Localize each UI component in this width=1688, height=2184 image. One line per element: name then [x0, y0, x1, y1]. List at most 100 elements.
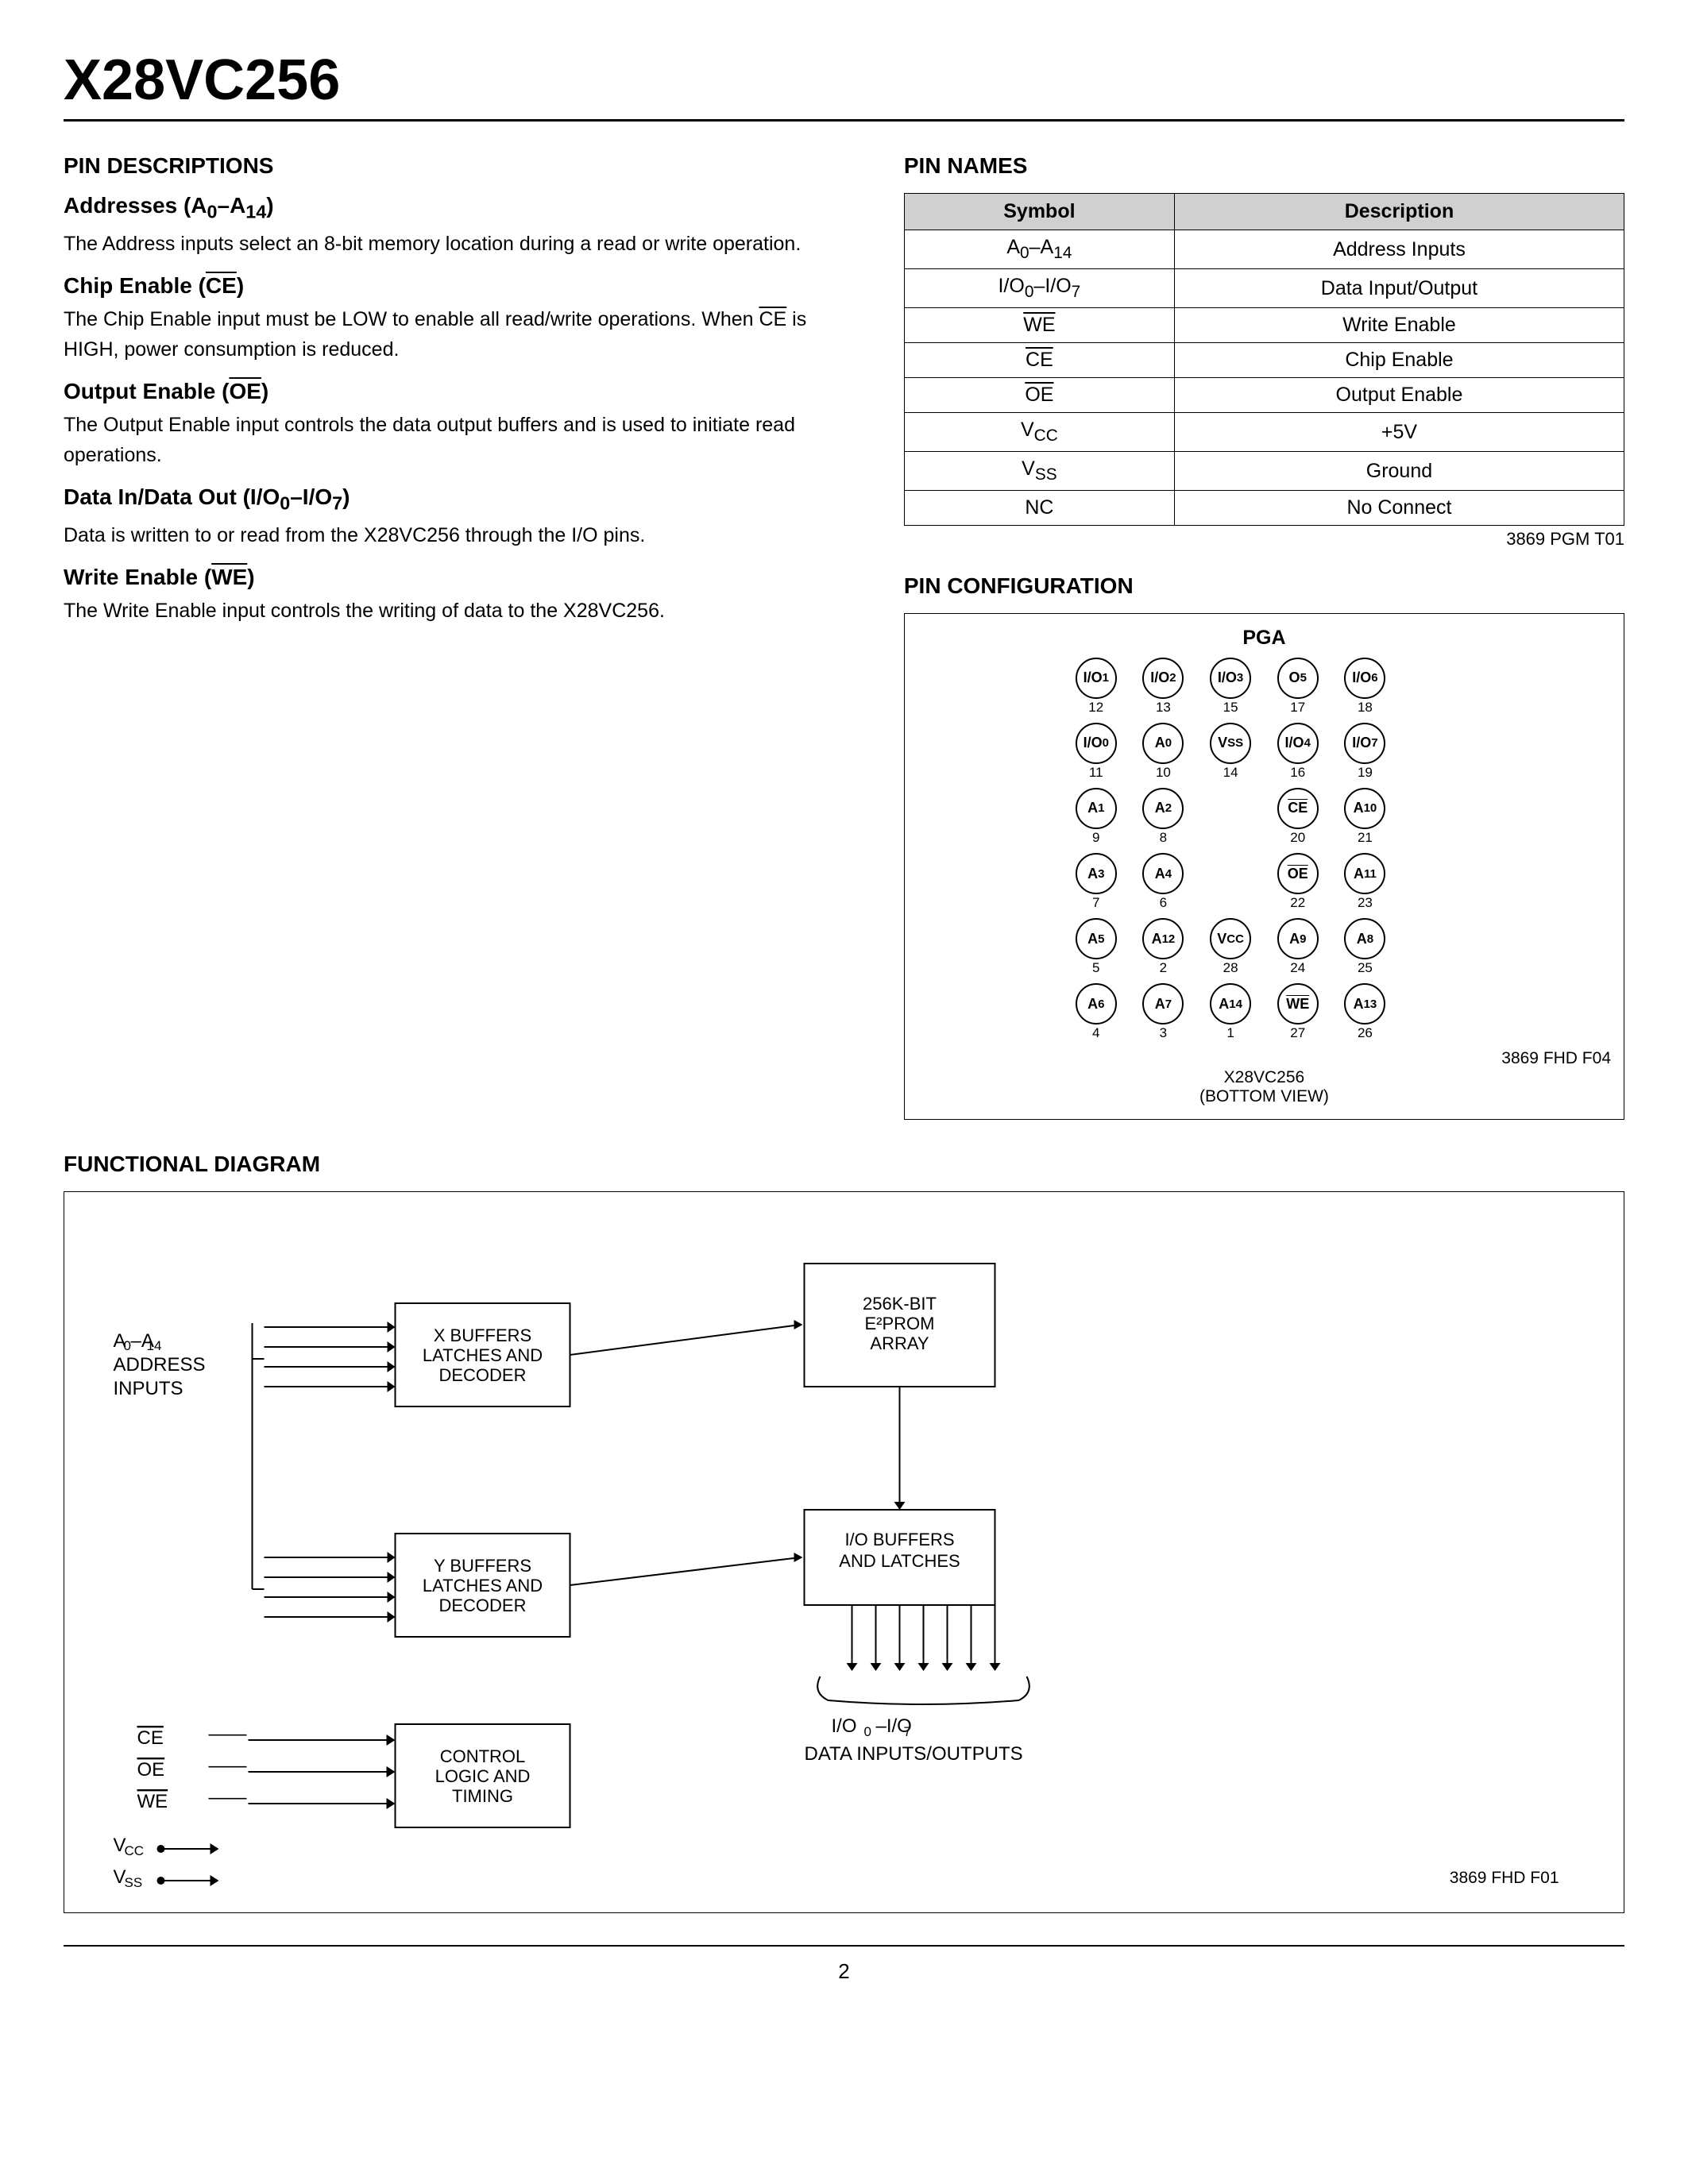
functional-diagram-section: FUNCTIONAL DIAGRAM A 0 –A 14 ADDRESS INP…: [64, 1152, 1624, 1913]
chip-enable-heading: Chip Enable (CE): [64, 273, 856, 299]
right-column: PIN NAMES Symbol Description A0–A14 Addr…: [904, 153, 1624, 1120]
pga-pin: A11: [1344, 853, 1385, 894]
pga-cell: A5 5: [1065, 918, 1126, 977]
pga-cell: [1200, 853, 1261, 912]
pga-cell: A10 21: [1335, 788, 1396, 847]
svg-text:Y BUFFERS: Y BUFFERS: [434, 1556, 531, 1576]
addresses-heading: Addresses (A0–A14): [64, 193, 856, 223]
pga-pin: I/O6: [1344, 658, 1385, 699]
output-enable-body: The Output Enable input controls the dat…: [64, 411, 856, 470]
svg-text:X BUFFERS: X BUFFERS: [434, 1325, 531, 1345]
pga-cell: I/O2 13: [1133, 658, 1194, 716]
table-row: NC No Connect: [904, 491, 1624, 526]
pga-cell: A11 23: [1335, 853, 1396, 912]
desc-a0-a14: Address Inputs: [1174, 230, 1624, 269]
symbol-ce: CE: [904, 343, 1174, 378]
svg-text:INPUTS: INPUTS: [114, 1378, 183, 1399]
pga-cell: [1402, 918, 1463, 977]
svg-text:LATCHES AND: LATCHES AND: [423, 1576, 543, 1596]
functional-diagram-svg: A 0 –A 14 ADDRESS INPUTS X BUFFERS LATCH…: [88, 1216, 1600, 1891]
desc-io: Data Input/Output: [1174, 269, 1624, 308]
pga-cell: A4 6: [1133, 853, 1194, 912]
pga-cell: A9 24: [1267, 918, 1328, 977]
svg-text:OE: OE: [137, 1759, 165, 1781]
pga-cell: I/O0 11: [1065, 723, 1126, 781]
pin-config-heading: PIN CONFIGURATION: [904, 573, 1624, 599]
pga-pin: A0: [1142, 723, 1184, 764]
table-header-description: Description: [1174, 194, 1624, 230]
svg-text:3869 FHD F01: 3869 FHD F01: [1450, 1869, 1559, 1887]
functional-diagram-heading: FUNCTIONAL DIAGRAM: [64, 1152, 1624, 1177]
svg-text:AND LATCHES: AND LATCHES: [839, 1551, 960, 1571]
pga-cell: A12 2: [1133, 918, 1194, 977]
pga-pin: A2: [1142, 788, 1184, 829]
symbol-a0-a14: A0–A14: [904, 230, 1174, 269]
pga-pin: A9: [1277, 918, 1319, 959]
pga-cell: A3 7: [1065, 853, 1126, 912]
data-io-heading: Data In/Data Out (I/O0–I/O7): [64, 484, 856, 515]
pga-pin: I/O3: [1210, 658, 1251, 699]
pga-cell: I/O7 19: [1335, 723, 1396, 781]
svg-text:0: 0: [864, 1724, 871, 1739]
pga-pin: O5: [1277, 658, 1319, 699]
desc-vcc: +5V: [1174, 413, 1624, 452]
pga-pin: I/O7: [1344, 723, 1385, 764]
pga-pin: A7: [1142, 983, 1184, 1024]
pga-cell: I/O6 18: [1335, 658, 1396, 716]
page-number: 2: [838, 1959, 849, 1983]
chip-enable-body: The Chip Enable input must be LOW to ena…: [64, 305, 856, 365]
symbol-vss: VSS: [904, 452, 1174, 491]
svg-text:DECODER: DECODER: [438, 1596, 526, 1615]
svg-text:7: 7: [904, 1724, 911, 1739]
pga-cell: OE 22: [1267, 853, 1328, 912]
desc-ce: Chip Enable: [1174, 343, 1624, 378]
table-row: A0–A14 Address Inputs: [904, 230, 1624, 269]
svg-text:CE: CE: [137, 1727, 164, 1749]
pga-pin: A3: [1076, 853, 1117, 894]
svg-text:ARRAY: ARRAY: [870, 1333, 929, 1353]
svg-text:I/O: I/O: [831, 1715, 856, 1737]
pga-pin: VSS: [1210, 723, 1251, 764]
table-row: WE Write Enable: [904, 308, 1624, 343]
pga-cell: A8 25: [1335, 918, 1396, 977]
table-row: CE Chip Enable: [904, 343, 1624, 378]
svg-text:——: ——: [209, 1755, 247, 1777]
pga-cell: [1402, 788, 1463, 847]
pga-pin: A14: [1210, 983, 1251, 1024]
write-enable-heading: Write Enable (WE): [64, 565, 856, 590]
svg-text:E²PROM: E²PROM: [865, 1314, 935, 1333]
pga-cell: [1200, 788, 1261, 847]
data-io-body: Data is written to or read from the X28V…: [64, 521, 856, 551]
page-footer: 2: [64, 1945, 1624, 1984]
functional-diagram-box: A 0 –A 14 ADDRESS INPUTS X BUFFERS LATCH…: [64, 1191, 1624, 1913]
pga-pin: A8: [1344, 918, 1385, 959]
pga-pin: A10: [1344, 788, 1385, 829]
pga-pin: A13: [1344, 983, 1385, 1024]
pga-cell: VSS 14: [1200, 723, 1261, 781]
pga-cell: I/O1 12: [1065, 658, 1126, 716]
pga-pin: I/O1: [1076, 658, 1117, 699]
pin-config-bottom: X28VC256(BOTTOM VIEW): [917, 1068, 1611, 1106]
table-note: 3869 PGM T01: [904, 529, 1624, 550]
svg-text:256K-BIT: 256K-BIT: [863, 1294, 937, 1314]
pga-pin: I/O0: [1076, 723, 1117, 764]
pga-cell: A7 3: [1133, 983, 1194, 1042]
pga-cell: CE 20: [1267, 788, 1328, 847]
pin-config-box: PGA I/O1 12 I/O2 13 I/O3 15 O5 17: [904, 613, 1624, 1120]
svg-text:DECODER: DECODER: [438, 1365, 526, 1385]
symbol-io: I/O0–I/O7: [904, 269, 1174, 308]
addresses-body: The Address inputs select an 8-bit memor…: [64, 230, 856, 260]
desc-oe: Output Enable: [1174, 378, 1624, 413]
svg-text:SS: SS: [125, 1875, 143, 1890]
left-column: PIN DESCRIPTIONS Addresses (A0–A14) The …: [64, 153, 856, 1120]
symbol-oe: OE: [904, 378, 1174, 413]
svg-text:ADDRESS: ADDRESS: [114, 1354, 206, 1376]
table-row: VCC +5V: [904, 413, 1624, 452]
pga-pin: A5: [1076, 918, 1117, 959]
svg-text:CC: CC: [125, 1843, 145, 1858]
pga-pin: CE: [1277, 788, 1319, 829]
pga-cell: A2 8: [1133, 788, 1194, 847]
page-title: X28VC256: [64, 48, 1624, 113]
svg-text:——: ——: [209, 1787, 247, 1808]
pin-names-table: Symbol Description A0–A14 Address Inputs…: [904, 193, 1624, 526]
